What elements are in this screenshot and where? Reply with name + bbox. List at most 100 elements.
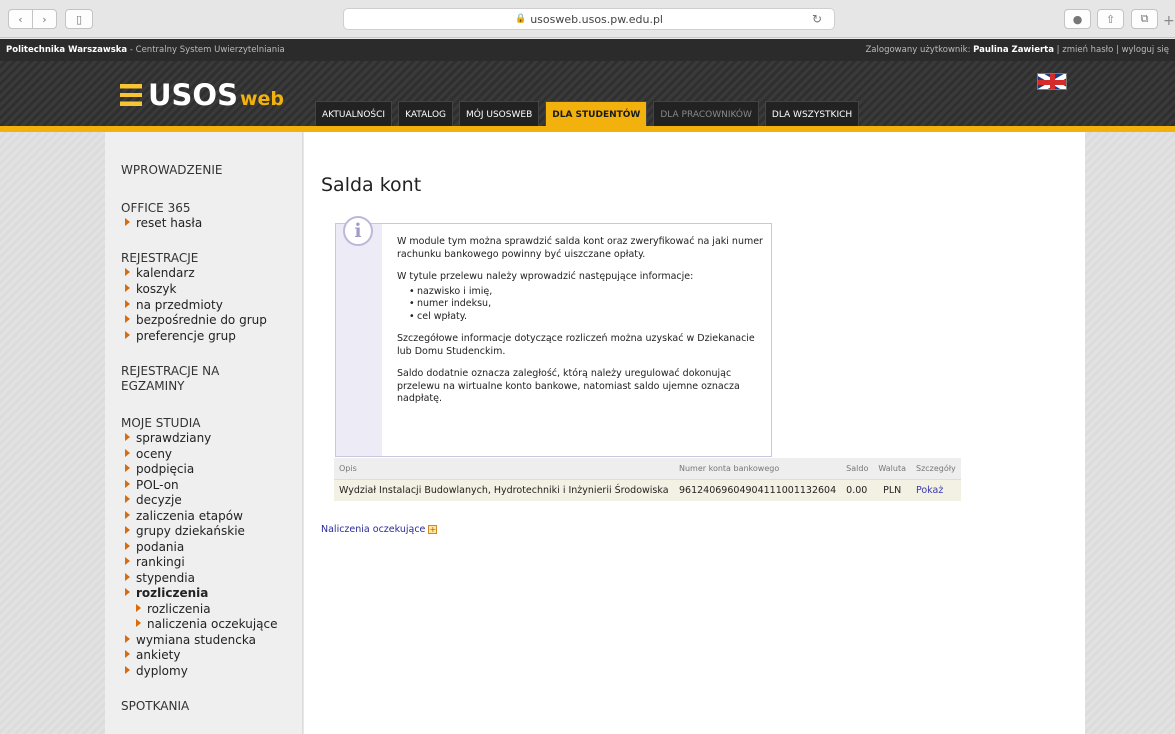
- menu-item-rankings[interactable]: rankingi: [125, 555, 185, 570]
- menu-item-reset-password[interactable]: reset hasła: [125, 216, 202, 231]
- menu-section-intro[interactable]: WPROWADZENIE: [121, 163, 222, 178]
- column-header-description: Opis: [334, 458, 674, 480]
- side-menu: WPROWADZENIE OFFICE 365 reset hasła REJE…: [105, 132, 303, 734]
- new-tab-icon[interactable]: +: [1163, 13, 1175, 29]
- tab-news[interactable]: AKTUALNOŚCI: [315, 101, 393, 127]
- arrow-icon: [125, 588, 130, 596]
- info-list: nazwisko i imię, numer indeksu, cel wpła…: [409, 286, 767, 324]
- menu-item-surveys[interactable]: ankiety: [125, 648, 180, 663]
- cell-description: Wydział Instalacji Budowlanych, Hydrotec…: [334, 479, 674, 501]
- top-bar: Politechnika Warszawska - Centralny Syst…: [0, 39, 1175, 61]
- tab-for-students[interactable]: DLA STUDENTÓW: [545, 101, 648, 127]
- sidebar-icon: ▯: [75, 12, 83, 26]
- share-icon: ⇧: [1105, 12, 1116, 26]
- sidebar-toggle-button[interactable]: ▯: [65, 9, 93, 29]
- download-icon: ●: [1072, 12, 1083, 26]
- column-header-currency: Waluta: [873, 458, 911, 480]
- arrow-icon: [125, 464, 130, 472]
- pending-charges-link[interactable]: Naliczenia oczekujące: [321, 524, 425, 535]
- menu-item-grades[interactable]: oceny: [125, 447, 172, 462]
- menu-item-student-exchange[interactable]: wymiana studencka: [125, 633, 256, 648]
- arrow-icon: [136, 604, 141, 612]
- menu-item-tests[interactable]: sprawdziany: [125, 431, 211, 446]
- menu-section-my-studies[interactable]: MOJE STUDIA: [121, 416, 200, 431]
- share-button[interactable]: ⇧: [1097, 9, 1124, 29]
- arrow-icon: [125, 480, 130, 488]
- main-nav-tabs: AKTUALNOŚCI KATALOG MÓJ USOSWEB DLA STUD…: [315, 101, 860, 127]
- menu-item-pol-on[interactable]: POL-on: [125, 478, 179, 493]
- change-password-link[interactable]: | zmień hasło |: [1054, 45, 1122, 55]
- browser-toolbar: ‹ › ▯ 🔒 usosweb.usos.pw.edu.pl ↻ ● ⇧ ⧉ +: [0, 0, 1175, 38]
- arrow-icon: [125, 218, 130, 226]
- arrow-icon: [125, 284, 130, 292]
- menu-item-applications[interactable]: podania: [125, 540, 184, 555]
- arrow-icon: [125, 268, 130, 276]
- info-paragraph: W tytule przelewu należy wprowadzić nast…: [397, 271, 694, 282]
- usosweb-logo[interactable]: USOS web: [120, 78, 285, 112]
- menu-item-group-preferences[interactable]: preferencje grup: [125, 329, 236, 344]
- university-line: Politechnika Warszawska - Centralny Syst…: [6, 45, 285, 55]
- accounts-table: Opis Numer konta bankowego Saldo Waluta …: [334, 458, 961, 501]
- menu-item-basket[interactable]: koszyk: [125, 282, 176, 297]
- arrow-icon: [125, 557, 130, 565]
- menu-item-decisions[interactable]: decyzje: [125, 493, 182, 508]
- address-bar[interactable]: 🔒 usosweb.usos.pw.edu.pl ↻: [343, 8, 835, 30]
- forward-button[interactable]: ›: [32, 9, 57, 29]
- menu-item-attachments[interactable]: podpięcia: [125, 462, 194, 477]
- expand-plus-icon[interactable]: +: [428, 525, 438, 534]
- tabs-icon: ⧉: [1140, 12, 1149, 25]
- info-icon: i: [343, 216, 373, 246]
- tab-for-staff[interactable]: DLA PRACOWNIKÓW: [653, 101, 759, 127]
- info-paragraph: Szczegółowe informacje dotyczące rozlicz…: [397, 333, 755, 357]
- menu-item-diplomas[interactable]: dyplomy: [125, 664, 188, 679]
- info-box-sidebar: [336, 224, 382, 456]
- menu-item-settlements[interactable]: rozliczenia: [125, 586, 208, 601]
- arrow-icon: [125, 511, 130, 519]
- arrow-icon: [125, 300, 130, 308]
- system-name[interactable]: - Centralny System Uwierzytelniania: [127, 45, 285, 55]
- left-background: [0, 132, 105, 734]
- main-content: Salda kont i W module tym można sprawdzi…: [304, 132, 1085, 734]
- menu-item-scholarships[interactable]: stypendia: [125, 571, 195, 586]
- show-details-link[interactable]: Pokaż: [910, 479, 961, 501]
- info-text: W module tym można sprawdzić salda kont …: [397, 236, 767, 416]
- menu-subitem-settlements[interactable]: rozliczenia: [136, 602, 211, 617]
- logged-label: Zalogowany użytkownik:: [865, 45, 974, 55]
- university-name[interactable]: Politechnika Warszawska: [6, 45, 127, 55]
- back-button[interactable]: ‹: [8, 9, 33, 29]
- lock-icon: 🔒: [514, 14, 527, 24]
- menu-section-meetings[interactable]: SPOTKANIA: [121, 699, 189, 714]
- menu-section-registrations[interactable]: REJESTRACJE: [121, 251, 198, 266]
- menu-item-courses[interactable]: na przedmioty: [125, 298, 223, 313]
- menu-subitem-pending-charges[interactable]: naliczenia oczekujące: [136, 617, 278, 632]
- arrow-icon: [125, 526, 130, 534]
- info-paragraph: W module tym można sprawdzić salda kont …: [397, 236, 763, 260]
- arrow-icon: [125, 635, 130, 643]
- reload-icon[interactable]: ↻: [812, 12, 822, 26]
- cell-balance: 0.00: [841, 479, 874, 501]
- arrow-icon: [125, 433, 130, 441]
- menu-item-direct-groups[interactable]: bezpośrednie do grup: [125, 313, 267, 328]
- table-row: Wydział Instalacji Budowlanych, Hydrotec…: [334, 479, 961, 501]
- tab-catalog[interactable]: KATALOG: [398, 101, 454, 127]
- logo-sub-text: web: [239, 88, 285, 110]
- menu-item-stage-completions[interactable]: zaliczenia etapów: [125, 509, 243, 524]
- info-paragraph: Saldo dodatnie oznacza zaległość, którą …: [397, 368, 740, 404]
- tab-my-usosweb[interactable]: MÓJ USOSWEB: [459, 101, 540, 127]
- logout-link[interactable]: wyloguj się: [1122, 45, 1169, 55]
- right-background: [1085, 132, 1175, 734]
- info-list-item: cel wpłaty.: [409, 311, 767, 324]
- arrow-icon: [125, 495, 130, 503]
- menu-section-exam-registrations[interactable]: REJESTRACJE NA EGZAMINY: [121, 364, 219, 394]
- menu-item-calendar[interactable]: kalendarz: [125, 266, 195, 281]
- menu-item-dean-groups[interactable]: grupy dziekańskie: [125, 524, 245, 539]
- downloads-button[interactable]: ●: [1064, 9, 1091, 29]
- tabs-button[interactable]: ⧉: [1131, 9, 1158, 29]
- menu-section-office[interactable]: OFFICE 365: [121, 201, 190, 216]
- info-list-item: numer indeksu,: [409, 298, 767, 311]
- info-list-item: nazwisko i imię,: [409, 286, 767, 299]
- english-flag-icon[interactable]: [1037, 73, 1067, 90]
- tab-for-everyone[interactable]: DLA WSZYSTKICH: [764, 101, 860, 127]
- pending-charges-toggle[interactable]: Naliczenia oczekujące +: [321, 524, 438, 535]
- table-header-row: Opis Numer konta bankowego Saldo Waluta …: [334, 458, 961, 480]
